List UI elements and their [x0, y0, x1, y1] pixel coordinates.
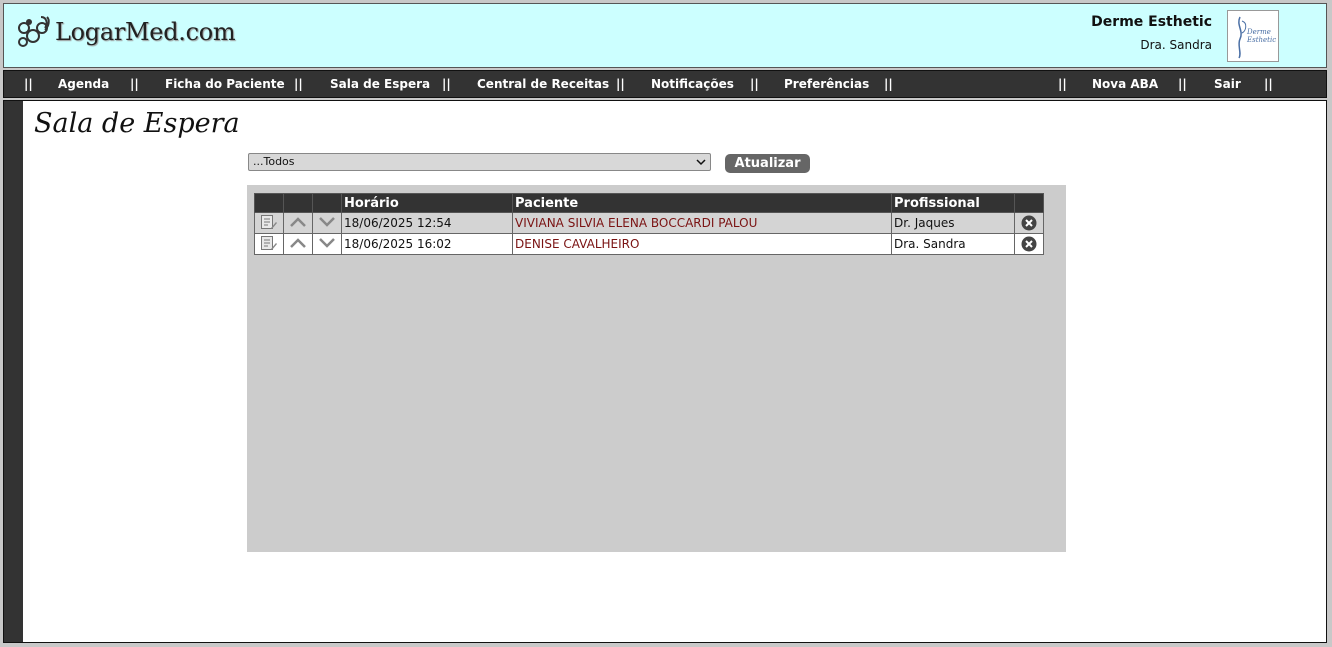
clinic-name: Derme Esthetic — [1091, 14, 1212, 30]
nav-separator: || — [294, 77, 303, 91]
chevron-down-icon — [696, 159, 706, 166]
main-content: Sala de Espera ...Todos Atualizar Horári… — [3, 100, 1327, 643]
nav-separator: || — [1178, 77, 1187, 91]
close-circle-icon — [1021, 215, 1037, 231]
clinic-logo: Derme Esthetic — [1227, 10, 1279, 62]
app-header: LogarMed.com Derme Esthetic Dra. Sandra … — [3, 3, 1327, 68]
nav-item-agenda[interactable]: Agenda — [58, 77, 109, 91]
column-header-edit — [254, 193, 284, 213]
nav-separator: || — [1058, 77, 1067, 91]
side-stripe — [4, 101, 23, 642]
move-up-cell[interactable] — [283, 212, 313, 234]
close-circle-icon — [1021, 236, 1037, 252]
column-header-horario: Horário — [341, 193, 513, 213]
site-name: LogarMed.com — [55, 18, 236, 46]
nav-item-preferencias[interactable]: Preferências — [784, 77, 869, 91]
move-down-cell[interactable] — [312, 212, 342, 234]
waiting-list-panel: Horário Paciente Profissional 18/06/2025… — [247, 185, 1066, 552]
refresh-button[interactable]: Atualizar — [725, 154, 810, 173]
svg-text:Esthetic: Esthetic — [1246, 36, 1276, 44]
chevron-down-icon — [319, 237, 335, 248]
professional-cell: Dr. Jaques — [891, 212, 1015, 234]
table-header-row: Horário Paciente Profissional — [254, 193, 1044, 213]
table-row: 18/06/2025 12:54 VIVIANA SILVIA ELENA BO… — [254, 212, 1044, 234]
doctor-name: Dra. Sandra — [1140, 38, 1212, 52]
patient-link[interactable]: DENISE CAVALHEIRO — [512, 233, 892, 255]
clinic-logo-image: Derme Esthetic — [1238, 16, 1276, 59]
nav-item-notificacoes[interactable]: Notificações — [651, 77, 734, 91]
chevron-up-icon — [290, 237, 306, 248]
column-header-remove — [1014, 193, 1044, 213]
chevron-up-icon — [290, 216, 306, 227]
stethoscope-family-icon — [18, 16, 50, 47]
edit-note-icon — [261, 235, 277, 250]
time-cell: 18/06/2025 12:54 — [341, 212, 513, 234]
remove-cell[interactable] — [1014, 212, 1044, 234]
page-title: Sala de Espera — [34, 108, 240, 139]
nav-separator: || — [750, 77, 759, 91]
nav-separator: || — [884, 77, 893, 91]
patient-link[interactable]: VIVIANA SILVIA ELENA BOCCARDI PALOU — [512, 212, 892, 234]
edit-cell[interactable] — [254, 233, 284, 255]
nav-item-central-de-receitas[interactable]: Central de Receitas — [477, 77, 609, 91]
nav-item-nova-aba[interactable]: Nova ABA — [1092, 77, 1158, 91]
nav-separator: || — [130, 77, 139, 91]
professional-cell: Dra. Sandra — [891, 233, 1015, 255]
nav-separator: || — [616, 77, 625, 91]
nav-item-sala-de-espera[interactable]: Sala de Espera — [330, 77, 430, 91]
move-up-cell[interactable] — [283, 233, 313, 255]
svg-text:Derme: Derme — [1246, 28, 1271, 36]
site-logo[interactable]: LogarMed.com — [15, 12, 236, 52]
filter-selected-value: ...Todos — [253, 155, 295, 168]
column-header-paciente: Paciente — [512, 193, 892, 213]
column-header-down — [312, 193, 342, 213]
waiting-list-table: Horário Paciente Profissional 18/06/2025… — [254, 193, 1044, 255]
remove-cell[interactable] — [1014, 233, 1044, 255]
time-cell: 18/06/2025 16:02 — [341, 233, 513, 255]
move-down-cell[interactable] — [312, 233, 342, 255]
nav-separator: || — [1264, 77, 1273, 91]
edit-cell[interactable] — [254, 212, 284, 234]
nav-separator: || — [24, 77, 33, 91]
chevron-down-icon — [319, 216, 335, 227]
main-nav: || Agenda || Ficha do Paciente || Sala d… — [3, 70, 1327, 98]
edit-note-icon — [261, 214, 277, 229]
nav-separator: || — [442, 77, 451, 91]
professional-filter-select[interactable]: ...Todos — [248, 153, 711, 171]
nav-item-sair[interactable]: Sair — [1214, 77, 1241, 91]
column-header-profissional: Profissional — [891, 193, 1015, 213]
column-header-up — [283, 193, 313, 213]
table-row: 18/06/2025 16:02 DENISE CAVALHEIRO Dra. … — [254, 233, 1044, 255]
nav-item-ficha-do-paciente[interactable]: Ficha do Paciente — [165, 77, 285, 91]
